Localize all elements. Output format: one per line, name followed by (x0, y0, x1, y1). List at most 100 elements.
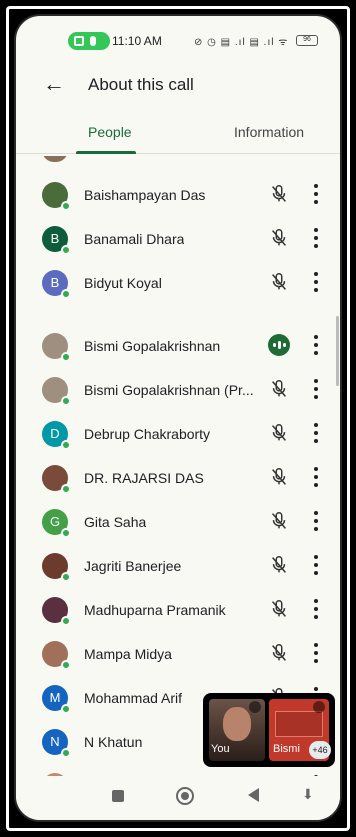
more-options-icon[interactable] (310, 182, 322, 206)
participant-row[interactable]: Bismi Gopalakrishnan (Pr... (16, 371, 340, 415)
participant-name: Banamali Dhara (84, 231, 185, 247)
participant-row[interactable]: G Gita Saha (16, 503, 340, 547)
participant-row[interactable]: DR. RAJARSI DAS (16, 459, 340, 503)
presence-dot (61, 748, 71, 758)
mic-off-icon[interactable] (268, 554, 290, 576)
avatar (42, 597, 71, 626)
mic-off-icon[interactable] (268, 510, 290, 532)
back-button[interactable] (248, 788, 259, 802)
avatar-initial: D (50, 426, 60, 441)
participant-name: Baishampayan Das (84, 187, 206, 203)
participant-name: Gita Saha (84, 514, 147, 530)
participant-row[interactable]: Madhuparna Pramanik (16, 591, 340, 635)
avatar: N (42, 729, 71, 758)
system-nav-bar: ⬇ (16, 776, 340, 820)
participant-name: Bismi Gopalakrishnan (84, 338, 221, 354)
status-icons: ⊘ ◷ ▤ .ıl ▤ .ıl ᯤ (194, 37, 289, 48)
more-options-icon[interactable] (310, 509, 322, 533)
avatar (42, 553, 71, 582)
participant-name: N Khatun (84, 734, 143, 750)
presence-dot (61, 660, 71, 670)
participant-list[interactable]: Baishampayan Das B Banamali Dhara B Bidyut K… (16, 156, 340, 784)
more-participants-badge[interactable]: +46 (309, 741, 331, 759)
mic-off-icon[interactable] (268, 227, 290, 249)
more-options-icon[interactable] (310, 270, 322, 294)
participant-name: Bidyut Koyal (84, 275, 162, 291)
avatar-initial: N (50, 734, 60, 749)
participant-name: DR. RAJARSI DAS (84, 470, 204, 486)
more-options-icon[interactable] (310, 641, 322, 665)
participant-name: Bismi Gopalakrishnan (Pr... (84, 382, 254, 398)
participant-name: Debrup Chakraborty (84, 426, 211, 442)
more-options-icon[interactable] (310, 333, 322, 357)
phone-screen: 11:10 AM ⊘ ◷ ▤ .ıl ▤ .ıl ᯤ 96 ← About th… (14, 14, 342, 822)
presence-dot (61, 352, 71, 362)
mic-icon (90, 36, 96, 46)
mic-off-icon (249, 701, 261, 713)
presence-dot (61, 704, 71, 714)
app-header: ← About this call (16, 66, 340, 102)
shared-slide-image (275, 711, 323, 737)
mic-off-icon (313, 701, 325, 713)
presence-dot (61, 616, 71, 626)
avatar: B (42, 226, 71, 255)
avatar (42, 465, 71, 494)
mic-off-icon[interactable] (268, 422, 290, 444)
avatar (42, 156, 68, 162)
participant-name: Mohammad Arif (84, 690, 183, 706)
page-title: About this call (88, 75, 194, 94)
more-options-icon[interactable] (310, 597, 322, 621)
home-button[interactable] (176, 787, 194, 805)
self-tile-label: You (211, 743, 230, 755)
tab-people[interactable]: People (88, 124, 132, 140)
participant-row[interactable]: Jagriti Banerjee (16, 547, 340, 591)
participant-row[interactable]: Mampa Midya (16, 635, 340, 679)
presence-dot (61, 528, 71, 538)
avatar: D (42, 421, 71, 450)
more-options-icon[interactable] (310, 553, 322, 577)
mic-off-icon[interactable] (268, 642, 290, 664)
participant-row[interactable]: Baishampayan Das (16, 176, 340, 220)
presence-dot (61, 245, 71, 255)
more-options-icon[interactable] (310, 226, 322, 250)
participant-row[interactable]: B Banamali Dhara (16, 220, 340, 264)
presence-dot (61, 484, 71, 494)
clock: 11:10 AM (112, 34, 162, 48)
participant-name: Jagriti Banerjee (84, 558, 182, 574)
battery-icon: 96 (296, 35, 318, 46)
screen-record-pill[interactable] (68, 32, 110, 50)
avatar (42, 377, 71, 406)
presence-dot (61, 289, 71, 299)
video-pip[interactable]: You Bismi +46 (203, 693, 335, 767)
presence-dot (61, 201, 71, 211)
mic-off-icon[interactable] (268, 466, 290, 488)
recents-button[interactable] (112, 790, 124, 802)
participant-name: Madhuparna Pramanik (84, 602, 226, 618)
participant-row[interactable]: D Debrup Chakraborty (16, 415, 340, 459)
more-options-icon[interactable] (310, 465, 322, 489)
mic-off-icon[interactable] (268, 271, 290, 293)
avatar: B (42, 270, 71, 299)
avatar-initial: B (50, 275, 60, 290)
tab-bar: People Information (16, 114, 340, 154)
participant-row[interactable]: Bismi Gopalakrishnan (16, 327, 340, 371)
status-bar: 11:10 AM ⊘ ◷ ▤ .ıl ▤ .ıl ᯤ 96 (16, 30, 340, 52)
mic-off-icon[interactable] (268, 183, 290, 205)
more-options-icon[interactable] (310, 421, 322, 445)
presence-dot (61, 396, 71, 406)
more-options-icon[interactable] (310, 377, 322, 401)
tab-information[interactable]: Information (234, 124, 304, 140)
speaker-tile-label: Bismi (273, 743, 300, 755)
avatar: M (42, 685, 71, 714)
avatar-initial: M (49, 690, 61, 705)
avatar (42, 182, 71, 211)
hide-keyboard-icon[interactable]: ⬇ (302, 786, 314, 803)
mic-off-icon[interactable] (268, 598, 290, 620)
record-icon (74, 36, 84, 46)
participant-row[interactable]: B Bidyut Koyal (16, 264, 340, 308)
scrollbar[interactable] (336, 316, 339, 386)
speaking-indicator-icon (268, 334, 290, 356)
back-arrow-icon[interactable]: ← (40, 70, 68, 98)
avatar (42, 333, 71, 362)
mic-off-icon[interactable] (268, 378, 290, 400)
